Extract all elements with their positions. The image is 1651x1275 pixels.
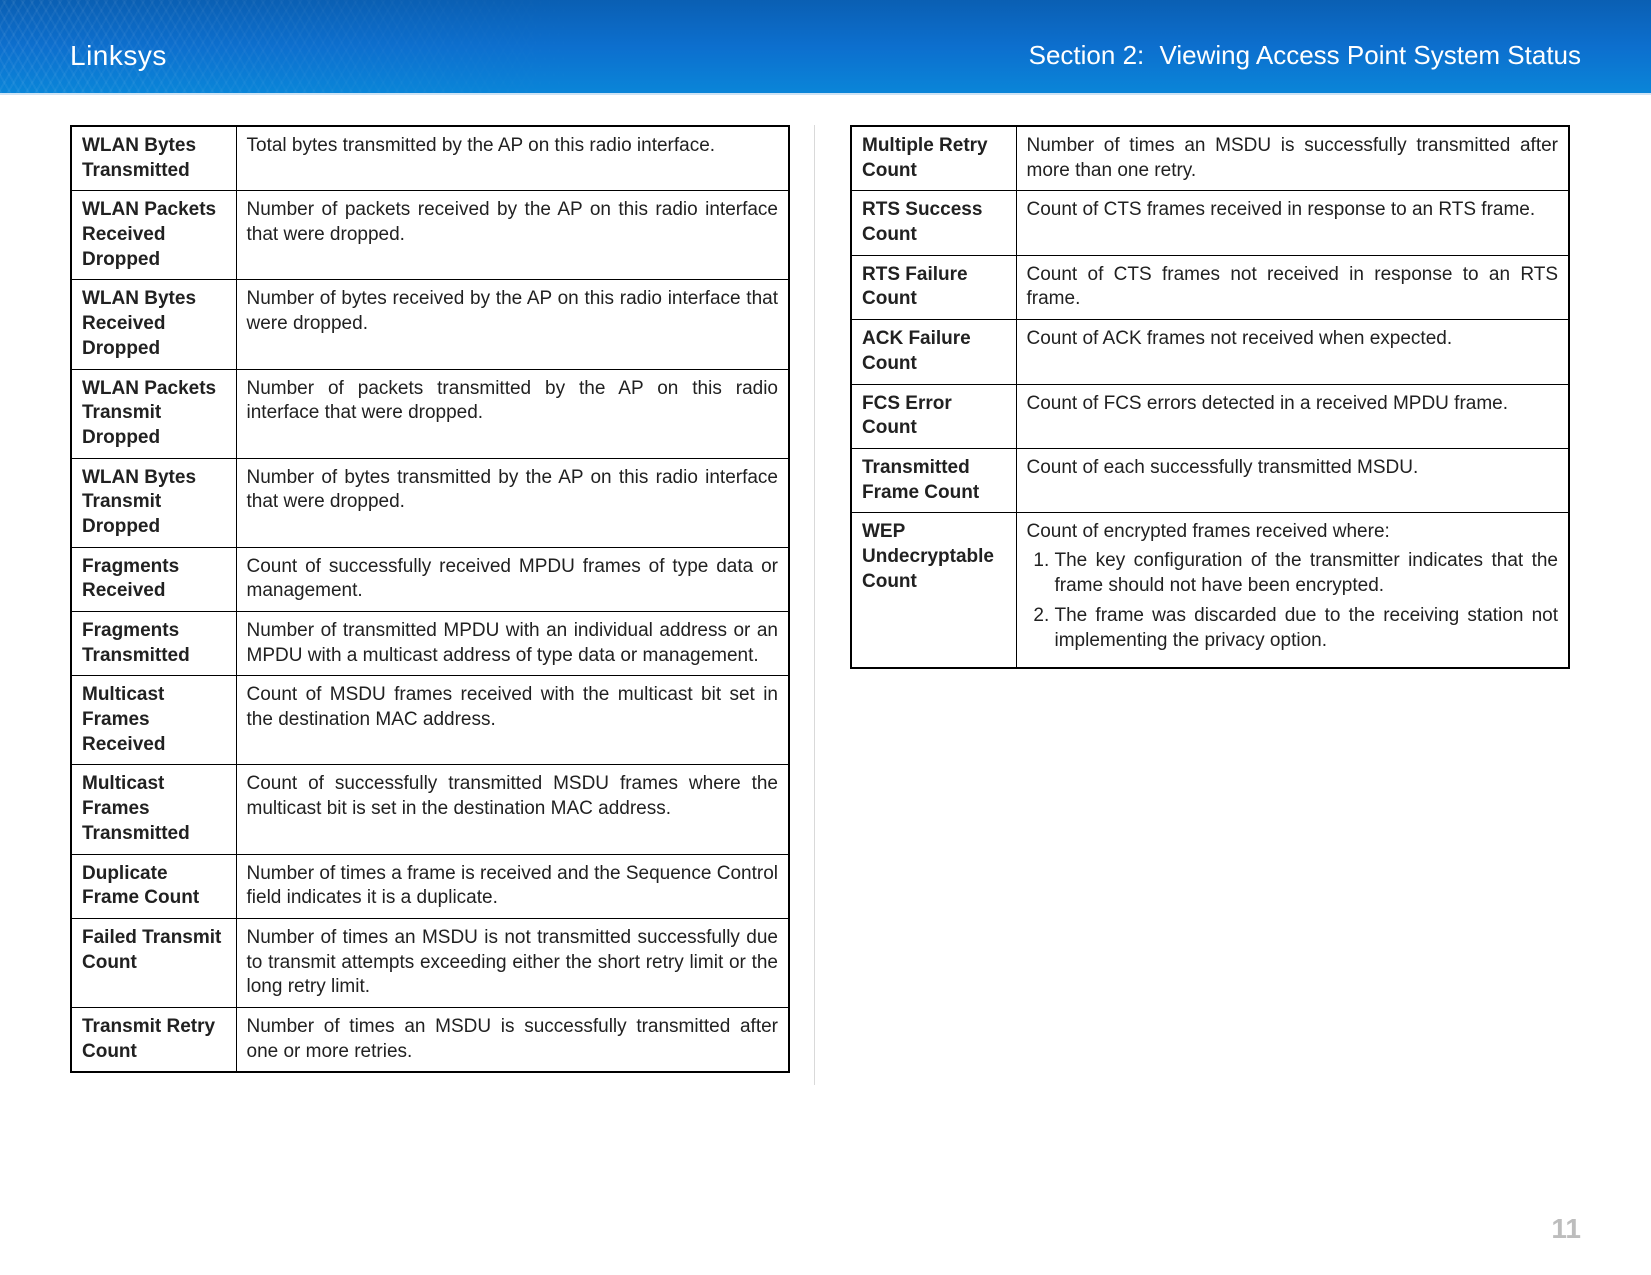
field-desc: Count of CTS frames received in response… bbox=[1016, 191, 1569, 255]
list-item: The key configuration of the transmitter… bbox=[1055, 549, 1559, 598]
field-desc: Number of times an MSDU is not transmitt… bbox=[236, 918, 789, 1007]
field-name: Transmit Retry Count bbox=[71, 1007, 236, 1072]
table-row: ACK Failure CountCount of ACK frames not… bbox=[851, 320, 1569, 384]
table-row: WLAN Packets Received DroppedNumber of p… bbox=[71, 191, 789, 280]
field-desc: Count of ACK frames not received when ex… bbox=[1016, 320, 1569, 384]
field-desc: Number of times a frame is received and … bbox=[236, 854, 789, 918]
field-name: Multiple Retry Count bbox=[851, 126, 1016, 191]
field-desc: Number of times an MSDU is successfully … bbox=[1016, 126, 1569, 191]
field-name: WLAN Packets Transmit Dropped bbox=[71, 369, 236, 458]
field-desc: Number of bytes transmitted by the AP on… bbox=[236, 458, 789, 547]
section-name: Viewing Access Point System Status bbox=[1160, 40, 1582, 70]
definitions-table-left: WLAN Bytes TransmittedTotal bytes transm… bbox=[70, 125, 790, 1073]
right-column: Multiple Retry CountNumber of times an M… bbox=[850, 125, 1570, 1073]
field-name: Multicast Frames Transmitted bbox=[71, 765, 236, 854]
field-desc: Count of FCS errors detected in a receiv… bbox=[1016, 384, 1569, 448]
field-desc: Number of packets transmitted by the AP … bbox=[236, 369, 789, 458]
field-name: RTS Failure Count bbox=[851, 255, 1016, 319]
table-row: Multicast Frames TransmittedCount of suc… bbox=[71, 765, 789, 854]
page-content: WLAN Bytes TransmittedTotal bytes transm… bbox=[70, 125, 1580, 1073]
field-desc: Number of times an MSDU is successfully … bbox=[236, 1007, 789, 1072]
field-name: RTS Success Count bbox=[851, 191, 1016, 255]
field-name: WLAN Bytes Transmitted bbox=[71, 126, 236, 191]
field-desc: Number of packets received by the AP on … bbox=[236, 191, 789, 280]
field-name: WLAN Bytes Received Dropped bbox=[71, 280, 236, 369]
section-label: Section 2: bbox=[1029, 40, 1145, 70]
field-name: Multicast Frames Received bbox=[71, 676, 236, 765]
field-name: Fragments Transmitted bbox=[71, 612, 236, 676]
brand-logo: Linksys bbox=[70, 40, 167, 72]
table-row: WLAN Packets Transmit DroppedNumber of p… bbox=[71, 369, 789, 458]
field-name: Failed Transmit Count bbox=[71, 918, 236, 1007]
table-row: Fragments ReceivedCount of successfully … bbox=[71, 547, 789, 611]
field-desc: Number of bytes received by the AP on th… bbox=[236, 280, 789, 369]
field-desc: Count of successfully transmitted MSDU f… bbox=[236, 765, 789, 854]
field-desc: Count of MSDU frames received with the m… bbox=[236, 676, 789, 765]
column-separator bbox=[814, 125, 815, 1085]
field-name: WLAN Packets Received Dropped bbox=[71, 191, 236, 280]
field-desc: Count of successfully received MPDU fram… bbox=[236, 547, 789, 611]
page-number: 11 bbox=[1551, 1213, 1581, 1245]
table-row: Fragments TransmittedNumber of transmitt… bbox=[71, 612, 789, 676]
field-name: Duplicate Frame Count bbox=[71, 854, 236, 918]
table-row: Failed Transmit CountNumber of times an … bbox=[71, 918, 789, 1007]
table-row: WLAN Bytes TransmittedTotal bytes transm… bbox=[71, 126, 789, 191]
table-row: WLAN Bytes Received DroppedNumber of byt… bbox=[71, 280, 789, 369]
table-row: RTS Success CountCount of CTS frames rec… bbox=[851, 191, 1569, 255]
field-desc: Count of CTS frames not received in resp… bbox=[1016, 255, 1569, 319]
definitions-table-right: Multiple Retry CountNumber of times an M… bbox=[850, 125, 1570, 669]
table-row: RTS Failure CountCount of CTS frames not… bbox=[851, 255, 1569, 319]
table-row: WLAN Bytes Transmit DroppedNumber of byt… bbox=[71, 458, 789, 547]
table-row: WEP Undecryptable CountCount of encrypte… bbox=[851, 513, 1569, 668]
field-name: Transmitted Frame Count bbox=[851, 448, 1016, 512]
page-header: Linksys Section 2: Viewing Access Point … bbox=[0, 0, 1651, 95]
field-name: WLAN Bytes Transmit Dropped bbox=[71, 458, 236, 547]
field-name: Fragments Received bbox=[71, 547, 236, 611]
field-name: ACK Failure Count bbox=[851, 320, 1016, 384]
table-row: Transmitted Frame CountCount of each suc… bbox=[851, 448, 1569, 512]
left-column: WLAN Bytes TransmittedTotal bytes transm… bbox=[70, 125, 790, 1073]
table-row: Multicast Frames ReceivedCount of MSDU f… bbox=[71, 676, 789, 765]
table-row: FCS Error CountCount of FCS errors detec… bbox=[851, 384, 1569, 448]
field-name: FCS Error Count bbox=[851, 384, 1016, 448]
table-row: Transmit Retry CountNumber of times an M… bbox=[71, 1007, 789, 1072]
field-desc: Count of each successfully transmitted M… bbox=[1016, 448, 1569, 512]
field-desc: Number of transmitted MPDU with an indiv… bbox=[236, 612, 789, 676]
section-title: Section 2: Viewing Access Point System S… bbox=[1029, 40, 1581, 71]
field-desc: Total bytes transmitted by the AP on thi… bbox=[236, 126, 789, 191]
field-name: WEP Undecryptable Count bbox=[851, 513, 1016, 668]
field-desc: Count of encrypted frames received where… bbox=[1016, 513, 1569, 668]
list-item: The frame was discarded due to the recei… bbox=[1055, 604, 1559, 653]
table-row: Duplicate Frame CountNumber of times a f… bbox=[71, 854, 789, 918]
table-row: Multiple Retry CountNumber of times an M… bbox=[851, 126, 1569, 191]
